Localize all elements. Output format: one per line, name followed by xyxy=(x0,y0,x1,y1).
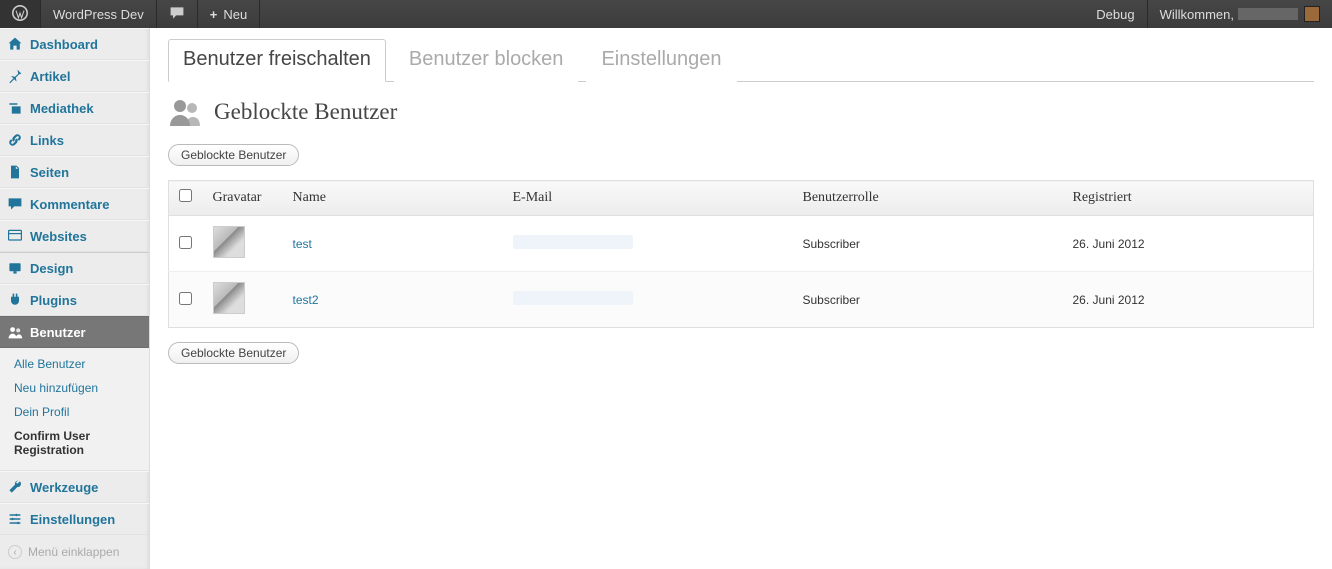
admin-sidebar: Dashboard Artikel Mediathek Links Seiten Komm… xyxy=(0,28,150,569)
sidebar-item-kommentare[interactable]: Kommentare xyxy=(0,188,149,220)
sidebar-item-seiten[interactable]: Seiten xyxy=(0,156,149,188)
site-name-menu[interactable]: WordPress Dev xyxy=(41,0,157,28)
pin-icon xyxy=(6,68,24,84)
sidebar-item-label: Artikel xyxy=(30,69,70,84)
wordpress-logo-icon xyxy=(12,5,28,24)
page-heading: Geblockte Benutzer xyxy=(168,96,1314,128)
select-all-checkbox[interactable] xyxy=(179,189,192,202)
sites-icon xyxy=(6,228,24,244)
main-content: Benutzer freischalten Benutzer blocken E… xyxy=(150,28,1332,569)
media-icon xyxy=(6,100,24,116)
comment-icon xyxy=(169,5,185,24)
sidebar-item-mediathek[interactable]: Mediathek xyxy=(0,92,149,124)
page-icon xyxy=(6,164,24,180)
sidebar-item-design[interactable]: Design xyxy=(0,252,149,284)
site-title: WordPress Dev xyxy=(53,7,144,22)
user-email xyxy=(513,235,633,249)
sidebar-item-artikel[interactable]: Artikel xyxy=(0,60,149,92)
sidebar-item-label: Seiten xyxy=(30,165,69,180)
row-checkbox[interactable] xyxy=(179,236,192,249)
user-role: Subscriber xyxy=(793,272,1063,328)
submenu-item[interactable]: Confirm User Registration xyxy=(0,424,149,462)
tab-freischalten[interactable]: Benutzer freischalten xyxy=(168,39,386,82)
sidebar-item-label: Links xyxy=(30,133,64,148)
comment-icon xyxy=(6,196,24,212)
new-content-menu[interactable]: + Neu xyxy=(198,0,260,28)
avatar-icon xyxy=(1304,6,1320,22)
sidebar-item-label: Werkzeuge xyxy=(30,480,98,495)
sidebar-submenu: Alle BenutzerNeu hinzufügenDein ProfilCo… xyxy=(0,348,149,471)
admin-bar: WordPress Dev + Neu Debug Willkommen, xyxy=(0,0,1332,28)
sidebar-item-label: Plugins xyxy=(30,293,77,308)
bulk-action-button-bottom[interactable]: Geblockte Benutzer xyxy=(168,342,299,364)
plugin-icon xyxy=(6,292,24,308)
home-icon xyxy=(6,36,24,52)
sidebar-item-websites[interactable]: Websites xyxy=(0,220,149,252)
user-email xyxy=(513,291,633,305)
tab-einstellungen[interactable]: Einstellungen xyxy=(586,39,736,82)
username-placeholder xyxy=(1238,8,1298,20)
table-row: test2 Subscriber26. Juni 2012 xyxy=(169,272,1314,328)
sidebar-item-label: Kommentare xyxy=(30,197,109,212)
table-row: test Subscriber26. Juni 2012 xyxy=(169,216,1314,272)
wp-logo-menu[interactable] xyxy=(0,0,41,28)
users-icon xyxy=(6,324,24,340)
debug-label: Debug xyxy=(1096,7,1134,22)
col-gravatar[interactable]: Gravatar xyxy=(203,181,283,216)
submenu-item[interactable]: Dein Profil xyxy=(0,400,149,424)
debug-menu[interactable]: Debug xyxy=(1084,0,1147,28)
col-name[interactable]: Name xyxy=(283,181,503,216)
tab-bar: Benutzer freischalten Benutzer blocken E… xyxy=(168,38,1314,82)
sidebar-item-einstellungen[interactable]: Einstellungen xyxy=(0,503,149,535)
col-role[interactable]: Benutzerrolle xyxy=(793,181,1063,216)
tools-icon xyxy=(6,479,24,495)
sidebar-item-dashboard[interactable]: Dashboard xyxy=(0,28,149,60)
user-registered: 26. Juni 2012 xyxy=(1063,216,1314,272)
user-registered: 26. Juni 2012 xyxy=(1063,272,1314,328)
user-name-link[interactable]: test2 xyxy=(293,293,319,307)
tab-blocken[interactable]: Benutzer blocken xyxy=(394,39,579,82)
sidebar-item-benutzer[interactable]: Benutzer xyxy=(0,316,149,348)
sidebar-item-werkzeuge[interactable]: Werkzeuge xyxy=(0,471,149,503)
avatar xyxy=(213,226,245,258)
sidebar-item-label: Mediathek xyxy=(30,101,94,116)
welcome-label: Willkommen, xyxy=(1160,7,1234,22)
link-icon xyxy=(6,132,24,148)
user-role: Subscriber xyxy=(793,216,1063,272)
users-icon xyxy=(168,96,204,128)
page-title: Geblockte Benutzer xyxy=(214,99,397,125)
sidebar-item-links[interactable]: Links xyxy=(0,124,149,156)
avatar xyxy=(213,282,245,314)
account-menu[interactable]: Willkommen, xyxy=(1148,0,1332,28)
sidebar-item-label: Dashboard xyxy=(30,37,98,52)
sidebar-item-label: Einstellungen xyxy=(30,512,115,527)
col-registered[interactable]: Registriert xyxy=(1063,181,1314,216)
appearance-icon xyxy=(6,260,24,276)
submenu-item[interactable]: Alle Benutzer xyxy=(0,352,149,376)
new-label: Neu xyxy=(223,7,247,22)
collapse-icon: ‹ xyxy=(8,545,22,559)
sidebar-item-label: Design xyxy=(30,261,73,276)
bulk-action-button-top[interactable]: Geblockte Benutzer xyxy=(168,144,299,166)
sidebar-item-label: Benutzer xyxy=(30,325,86,340)
collapse-menu[interactable]: ‹ Menü einklappen xyxy=(0,535,149,569)
submenu-item[interactable]: Neu hinzufügen xyxy=(0,376,149,400)
settings-icon xyxy=(6,511,24,527)
col-email[interactable]: E-Mail xyxy=(503,181,793,216)
sidebar-item-plugins[interactable]: Plugins xyxy=(0,284,149,316)
user-name-link[interactable]: test xyxy=(293,237,312,251)
row-checkbox[interactable] xyxy=(179,292,192,305)
comments-menu[interactable] xyxy=(157,0,198,28)
sidebar-item-label: Websites xyxy=(30,229,87,244)
collapse-label: Menü einklappen xyxy=(28,545,119,559)
blocked-users-table: Gravatar Name E-Mail Benutzerrolle Regis… xyxy=(168,180,1314,328)
plus-icon: + xyxy=(210,7,218,22)
